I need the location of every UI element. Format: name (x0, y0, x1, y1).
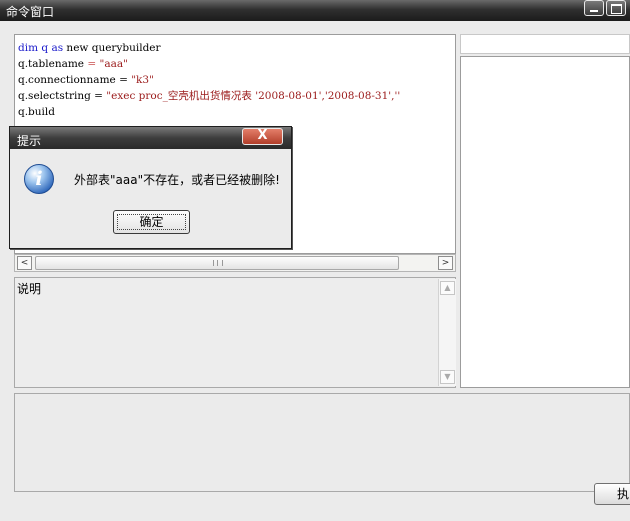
right-input-field[interactable] (460, 34, 630, 54)
code-line: q.tablename = "aaa" (18, 56, 400, 72)
code-token: dim q (18, 42, 52, 54)
dialog-close-button[interactable]: X (242, 128, 283, 145)
execute-button[interactable]: 执 (594, 483, 630, 505)
dialog-message: 外部表"aaa"不存在，或者已经被删除! (74, 173, 280, 187)
scroll-thumb[interactable] (35, 256, 399, 270)
command-window-client: dim q as new querybuilder q.tablename = "… (0, 21, 630, 521)
horizontal-scrollbar[interactable]: < > (14, 254, 456, 272)
minimize-button[interactable] (584, 0, 604, 16)
code-line: q.selectstring = "exec proc_空壳机出货情况表 '20… (18, 88, 400, 104)
info-icon: i (24, 164, 54, 194)
description-label: 说明 (17, 282, 42, 296)
grip-icon (213, 260, 223, 266)
code-token: "exec proc_空壳机出货情况表 '2008-08-01','2008-0… (106, 90, 401, 102)
scroll-right-button[interactable]: > (438, 256, 453, 270)
code-token: as (51, 42, 64, 54)
ok-button[interactable]: 确定 (113, 210, 190, 234)
code-line: dim q as new querybuilder (18, 40, 400, 56)
code-token: "aaa" (99, 58, 128, 70)
output-panel (14, 393, 630, 492)
vertical-scrollbar[interactable]: ▲ ▼ (438, 279, 456, 386)
code-token: q.build (18, 106, 55, 118)
scroll-left-button[interactable]: < (17, 256, 32, 270)
window-title: 命令窗口 (6, 5, 55, 19)
code-token: q.tablename (18, 58, 88, 70)
maximize-button[interactable] (606, 0, 626, 16)
code-line: q.build (18, 104, 400, 120)
message-dialog: 提示 X i 外部表"aaa"不存在，或者已经被删除! 确定 (9, 126, 292, 249)
right-result-panel (460, 56, 630, 388)
dialog-title: 提示 (17, 134, 42, 148)
dialog-titlebar: 提示 X (10, 127, 291, 149)
code-token: q.selectstring = (18, 90, 107, 102)
code-token: q.connectionname = (18, 74, 132, 86)
window-titlebar: 命令窗口 (0, 0, 630, 21)
code-token: "k3" (131, 74, 154, 86)
scroll-down-button[interactable]: ▼ (440, 370, 455, 384)
code-text: dim q as new querybuilder q.tablename = "… (18, 40, 400, 120)
code-token: new querybuilder (63, 42, 161, 54)
code-token: = (87, 58, 100, 70)
scroll-up-button[interactable]: ▲ (440, 281, 455, 295)
code-line: q.connectionname = "k3" (18, 72, 400, 88)
description-panel: 说明 ▲ ▼ (14, 277, 456, 388)
